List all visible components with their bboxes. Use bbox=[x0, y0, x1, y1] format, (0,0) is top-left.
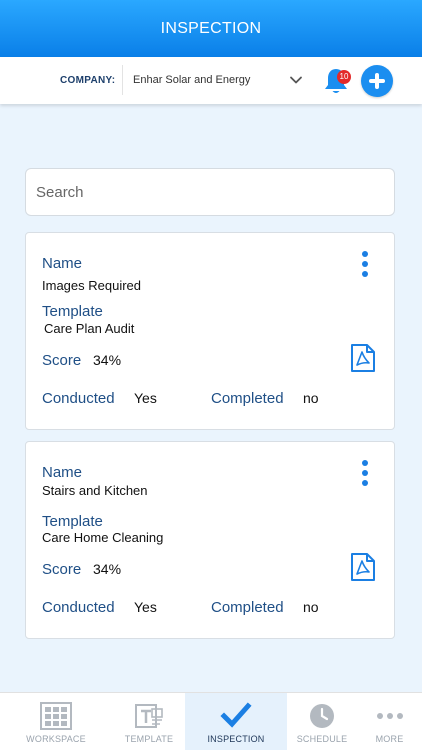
pdf-icon[interactable] bbox=[350, 343, 376, 373]
template-label: Template bbox=[42, 513, 103, 530]
company-select[interactable]: Enhar Solar and Energy bbox=[122, 65, 310, 95]
completed-label: Completed bbox=[211, 599, 284, 616]
search-input[interactable] bbox=[25, 168, 395, 216]
template-icon bbox=[135, 704, 163, 728]
nav-more[interactable]: MORE bbox=[357, 693, 422, 750]
inspection-name: Images Required bbox=[42, 278, 141, 293]
page-title: INSPECTION bbox=[160, 19, 262, 37]
company-label: COMPANY: bbox=[60, 75, 116, 86]
completed-value: no bbox=[303, 390, 319, 406]
template-label: Template bbox=[42, 303, 103, 320]
nav-label: INSPECTION bbox=[207, 734, 265, 744]
name-label: Name bbox=[42, 255, 83, 272]
score-label: Score bbox=[42, 352, 82, 369]
inspection-score: 34% bbox=[93, 561, 122, 577]
nav-schedule[interactable]: SCHEDULE bbox=[287, 693, 357, 750]
nav-label: MORE bbox=[375, 734, 404, 744]
score-label: Score bbox=[42, 561, 82, 578]
conducted-value: Yes bbox=[134, 390, 157, 406]
nav-label: WORKSPACE bbox=[26, 734, 86, 744]
nav-label: TEMPLATE bbox=[124, 734, 174, 744]
completed-value: no bbox=[303, 599, 319, 615]
clock-icon bbox=[310, 704, 334, 728]
inspection-name: Stairs and Kitchen bbox=[42, 483, 148, 498]
chevron-down-icon bbox=[290, 76, 302, 84]
completed-label: Completed bbox=[211, 390, 284, 407]
name-label: Name bbox=[42, 464, 83, 481]
inspection-card[interactable]: Name Images Required Template Care Plan … bbox=[25, 232, 395, 430]
company-select-value: Enhar Solar and Energy bbox=[133, 74, 251, 86]
nav-label: SCHEDULE bbox=[296, 734, 348, 744]
more-options-icon[interactable] bbox=[359, 460, 371, 486]
conducted-label: Conducted bbox=[42, 599, 115, 616]
checkmark-icon bbox=[220, 702, 252, 728]
app-header: INSPECTION bbox=[0, 0, 422, 57]
inspection-score: 34% bbox=[93, 352, 122, 368]
more-icon bbox=[376, 713, 403, 719]
conducted-value: Yes bbox=[134, 599, 157, 615]
conducted-label: Conducted bbox=[42, 390, 115, 407]
inspection-card[interactable]: Name Stairs and Kitchen Template Care Ho… bbox=[25, 441, 395, 639]
more-options-icon[interactable] bbox=[359, 251, 371, 277]
pdf-icon[interactable] bbox=[350, 552, 376, 582]
add-inspection-button[interactable] bbox=[361, 65, 393, 97]
nav-inspection[interactable]: INSPECTION bbox=[185, 693, 287, 750]
company-bar: COMPANY: Enhar Solar and Energy 10 bbox=[0, 57, 422, 104]
inspection-template: Care Home Cleaning bbox=[42, 530, 164, 545]
workspace-icon bbox=[40, 702, 72, 730]
bottom-nav: WORKSPACE TEMPLATE INSPECTION SCHEDULE M… bbox=[0, 692, 422, 750]
notification-badge: 10 bbox=[337, 70, 351, 84]
inspection-template: Care Plan Audit bbox=[44, 321, 135, 336]
